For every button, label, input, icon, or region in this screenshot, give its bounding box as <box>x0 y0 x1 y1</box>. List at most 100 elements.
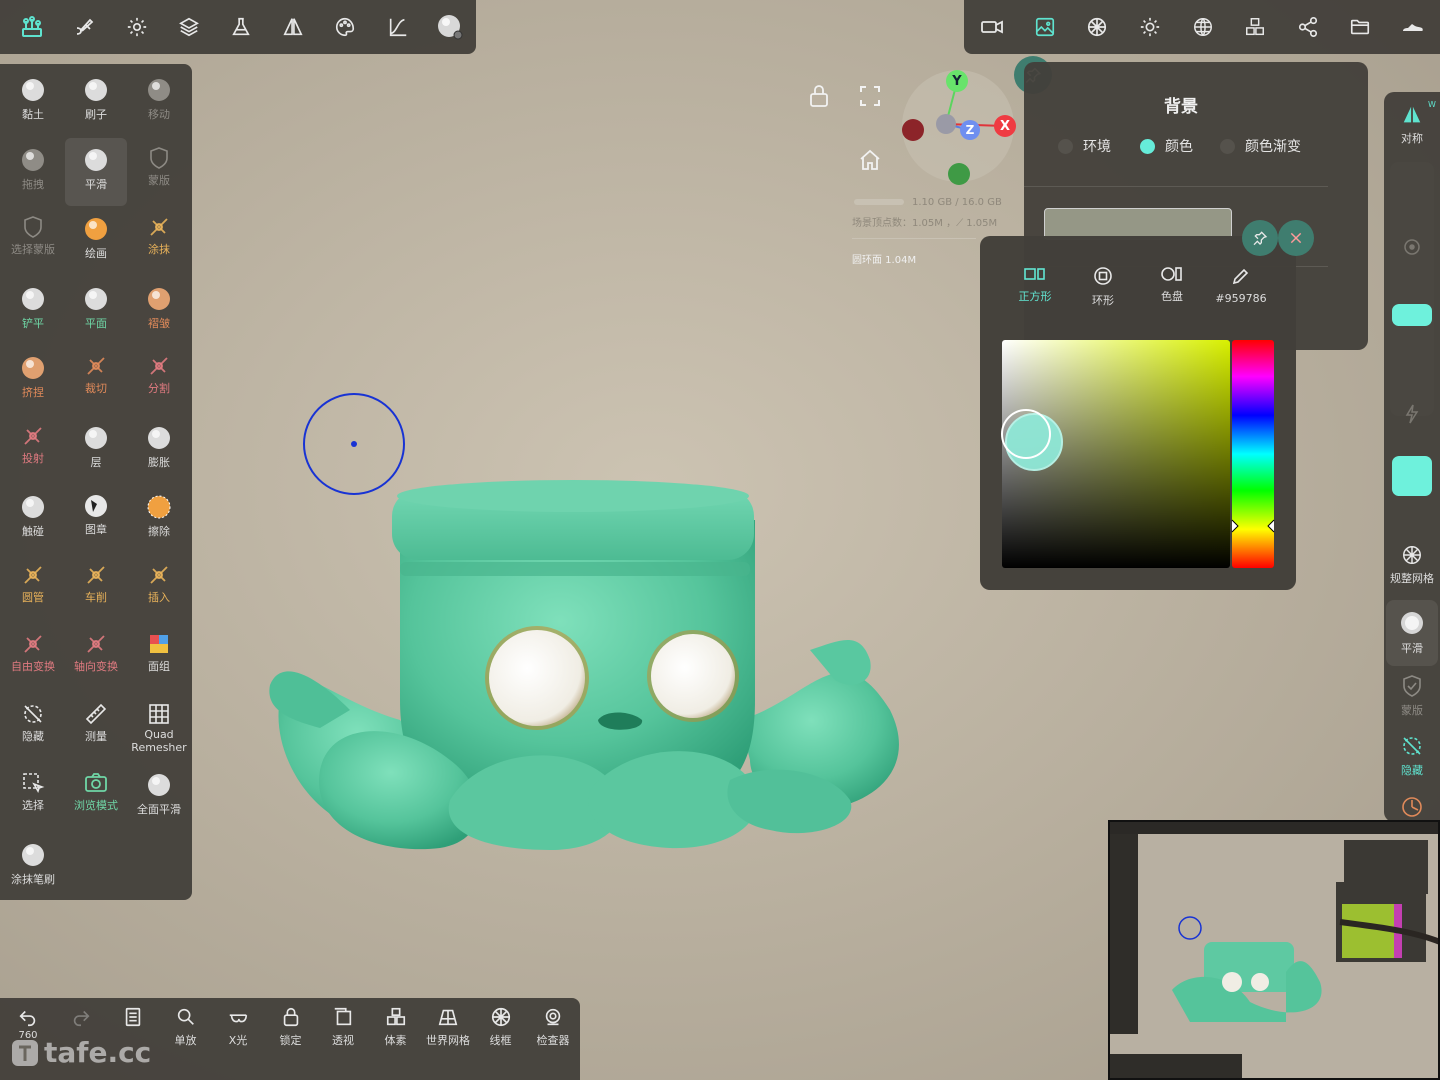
remesh-button[interactable]: 规整网格 <box>1384 544 1440 586</box>
folder-icon[interactable] <box>1334 0 1387 54</box>
tool-erase[interactable]: 擦除 <box>128 485 190 553</box>
bottom-wireframe-button[interactable]: 线框 <box>475 1006 527 1056</box>
axis-gizmo[interactable]: Y Z X <box>896 64 1020 188</box>
tool-hide[interactable]: 隐藏 <box>2 694 64 762</box>
flask-icon[interactable] <box>215 0 267 54</box>
color-handle[interactable] <box>998 402 1068 472</box>
tab-square[interactable]: 正方形 <box>1000 266 1070 304</box>
tool-paint-sphere[interactable]: 绘画 <box>65 207 127 275</box>
globe-icon[interactable] <box>1176 0 1229 54</box>
bottom-world-grid-button[interactable]: 世界网格 <box>422 1006 474 1056</box>
tool-ruler[interactable]: 测量 <box>65 694 127 762</box>
tool-project[interactable]: 投射 <box>2 416 64 484</box>
tool-crease[interactable]: 褶皱 <box>128 277 190 345</box>
axis-icon[interactable] <box>1384 796 1440 818</box>
smooth-button[interactable]: 平滑 <box>1384 610 1440 656</box>
share-icon[interactable] <box>1282 0 1335 54</box>
tool-grid[interactable]: Quad Remesher <box>128 694 190 762</box>
plane-icon <box>82 285 110 313</box>
world-grid-icon <box>437 1006 459 1028</box>
material-icon[interactable] <box>1071 0 1124 54</box>
picker-pin-icon[interactable] <box>1242 220 1278 256</box>
tool-label: 隐藏 <box>22 729 44 743</box>
tool-axis-transform[interactable]: 轴向变换 <box>65 624 127 692</box>
image-icon[interactable] <box>1019 0 1072 54</box>
tool-pinch[interactable]: 挤捏 <box>2 346 64 414</box>
brush-settings-icon[interactable] <box>58 0 110 54</box>
gizmo-x[interactable]: X <box>994 115 1016 137</box>
voxel-icon <box>385 1006 407 1028</box>
tool-insert[interactable]: 插入 <box>128 555 190 623</box>
tab-disc[interactable]: 色盘 <box>1137 266 1207 304</box>
tool-clay-sphere[interactable]: 黏土 <box>2 68 64 136</box>
radio-color[interactable]: 颜色 <box>1140 136 1193 156</box>
bottom-perspective-button[interactable]: 透视 <box>317 1006 369 1056</box>
tool-move-sphere[interactable]: 移动 <box>128 68 190 136</box>
tool-trim[interactable]: 裁切 <box>65 346 127 414</box>
tool-smooth-sphere[interactable]: 平滑 <box>65 137 127 206</box>
bottom-inspector-button[interactable]: 检查器 <box>527 1006 579 1056</box>
tool-drag-sphere[interactable]: 拖拽 <box>2 138 64 206</box>
tool-split[interactable]: 分割 <box>128 346 190 414</box>
tool-stamp[interactable]: 图章 <box>65 485 127 553</box>
tool-tube[interactable]: 圆管 <box>2 555 64 623</box>
tool-layer-sphere[interactable]: 层 <box>65 416 127 484</box>
hide-button[interactable]: 隐藏 <box>1384 734 1440 778</box>
tab-hex[interactable]: #959786 <box>1206 266 1276 305</box>
radio-gradient[interactable]: 颜色渐变 <box>1220 136 1301 156</box>
gizmo-z[interactable]: Z <box>960 120 980 140</box>
tool-free-transform[interactable]: 自由变换 <box>2 624 64 692</box>
close-icon[interactable] <box>1278 220 1314 256</box>
view-mode-icon <box>84 771 108 795</box>
tab-ring[interactable]: 环形 <box>1068 266 1138 308</box>
tool-facegroup[interactable]: 面组 <box>128 624 190 692</box>
tool-tap[interactable]: 触碰 <box>2 485 64 553</box>
curve-icon[interactable] <box>372 0 424 54</box>
symmetry-badge: W <box>1428 100 1436 109</box>
frame-icon[interactable] <box>858 84 882 108</box>
facegroup-icon <box>147 632 171 656</box>
bottom-xray-button[interactable]: X光 <box>212 1006 264 1056</box>
tool-global-smooth[interactable]: 全面平滑 <box>128 763 190 831</box>
mask-button[interactable]: 蒙版 <box>1384 674 1440 718</box>
tool-smudge[interactable]: 涂抹 <box>128 207 190 275</box>
bottom-label: X光 <box>228 1034 248 1047</box>
gear-icon[interactable] <box>110 0 162 54</box>
tool-flatten[interactable]: 铲平 <box>2 277 64 345</box>
bottom-search-button[interactable]: 单放 <box>160 1006 212 1056</box>
radio-environment[interactable]: 环境 <box>1058 136 1111 156</box>
symmetry-toggle[interactable]: 对称 <box>1384 104 1440 146</box>
shoe-icon[interactable] <box>1387 0 1440 54</box>
tool-plane[interactable]: 平面 <box>65 277 127 345</box>
sun-icon[interactable] <box>1124 0 1177 54</box>
tool-inflate[interactable]: 膨胀 <box>128 416 190 484</box>
symmetry-icon[interactable] <box>267 0 319 54</box>
radius-slider-thumb[interactable] <box>1392 304 1432 326</box>
radio-dot <box>1220 138 1235 154</box>
radio-dot <box>1058 138 1073 154</box>
sphere-brush-icon[interactable] <box>424 0 476 54</box>
tool-select-mask[interactable]: 选择蒙版 <box>2 207 64 275</box>
tool-mask-shield[interactable]: 蒙版 <box>128 138 190 206</box>
tool-smudge-brush[interactable]: 涂抹笔刷 <box>2 833 64 901</box>
scene-tree-icon[interactable] <box>6 0 58 54</box>
camera-icon[interactable] <box>966 0 1019 54</box>
cubes-icon[interactable] <box>1229 0 1282 54</box>
layers-icon[interactable] <box>163 0 215 54</box>
bottom-lock-button[interactable]: 锁定 <box>265 1006 317 1056</box>
drag-sphere-icon <box>19 146 47 174</box>
tool-label: 自由变换 <box>11 660 55 673</box>
bottom-voxel-button[interactable]: 体素 <box>370 1006 422 1056</box>
tool-view-mode[interactable]: 浏览模式 <box>65 763 127 831</box>
palette-icon[interactable] <box>319 0 371 54</box>
gizmo-y[interactable]: Y <box>946 70 968 92</box>
tool-label: 测量 <box>85 729 107 743</box>
tool-label: 选择蒙版 <box>11 243 55 256</box>
tool-brush-sphere[interactable]: 刷子 <box>65 68 127 136</box>
lock-view-icon[interactable] <box>808 84 830 108</box>
home-icon[interactable] <box>858 148 882 172</box>
tool-lathe[interactable]: 车削 <box>65 555 127 623</box>
tool-select[interactable]: 选择 <box>2 763 64 831</box>
radius-slider-track[interactable] <box>1390 162 1434 416</box>
intensity-slider-thumb[interactable] <box>1392 456 1432 496</box>
